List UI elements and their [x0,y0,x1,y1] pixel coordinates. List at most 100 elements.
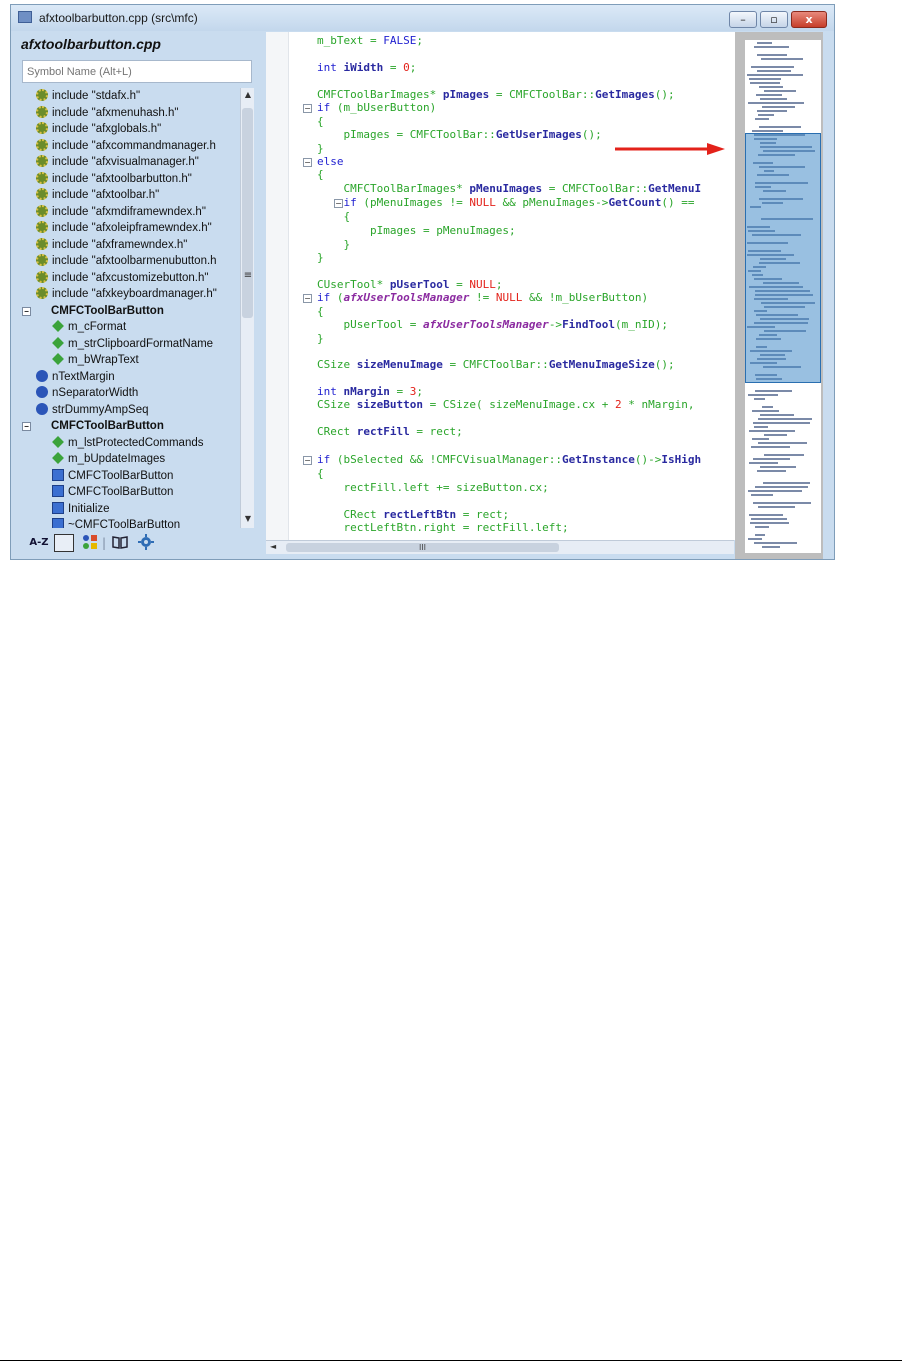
horizontal-scroll-thumb[interactable]: III [286,543,559,552]
tree-item[interactable]: − CMFCToolBarButton [22,303,164,319]
code-line[interactable]: CMFCToolBarImages* pImages = CMFCToolBar… [317,88,675,102]
sort-az-icon[interactable]: A-Z [28,534,50,552]
tree-item-label: include "afxmenuhash.h" [52,106,179,119]
tree-scroll-thumb[interactable] [242,108,253,318]
fold-toggle-icon[interactable]: − [303,294,312,303]
code-line[interactable]: m_bText = FALSE; [317,34,423,48]
tree-item[interactable]: include "afxcustomizebutton.h" [36,270,208,286]
tree-item[interactable]: m_strClipboardFormatName [52,336,213,352]
tree-item[interactable]: nSeparatorWidth [36,385,138,401]
symbol-toolbar: A-Z | [21,532,258,556]
editor-horizontal-scrollbar[interactable]: ◄ III [266,540,734,554]
code-line[interactable]: CSize sizeMenuImage = CMFCToolBar::GetMe… [317,358,675,372]
code-line[interactable]: { [317,305,324,319]
categorized-view-icon[interactable] [81,534,99,552]
maximize-button[interactable]: ▫ [760,11,788,28]
minimap-viewport[interactable] [745,133,821,383]
include-icon [36,105,48,118]
tree-item[interactable]: − CMFCToolBarButton [22,418,164,434]
code-line[interactable]: } [317,332,324,346]
tree-item[interactable]: include "afxframewndex.h" [36,237,187,253]
fold-toggle-icon[interactable]: − [303,158,312,167]
tree-item[interactable]: include "afxtoolbar.h" [36,187,159,203]
code-line[interactable]: } [317,238,350,252]
code-line[interactable]: { [317,115,324,129]
minimap-line [764,434,787,436]
tree-item-label: include "afxframewndex.h" [52,238,188,251]
tree-item[interactable]: m_lstProtectedCommands [52,435,204,451]
minimap-line [758,114,774,116]
code-line[interactable]: int nMargin = 3; [317,385,423,399]
tree-item[interactable]: include "afxmenuhash.h" [36,105,178,121]
code-line[interactable]: { [317,210,350,224]
tree-item-label: include "afxtoolbarbutton.h" [52,172,192,185]
code-line[interactable]: if (m_bUserButton) [317,101,436,115]
tree-item[interactable]: include "afxglobals.h" [36,121,161,137]
member-icon [52,320,64,332]
book-icon[interactable] [111,534,129,552]
tree-item[interactable]: m_bWrapText [52,352,139,368]
tree-item[interactable]: include "afxmdiframewndex.h" [36,204,206,220]
tree-item[interactable]: ~CMFCToolBarButton [52,517,180,528]
code-line[interactable]: CUserTool* pUserTool = NULL; [317,278,502,292]
fold-toggle-icon[interactable]: − [334,199,343,208]
collapse-icon[interactable]: − [22,306,31,316]
code-line[interactable]: pUserTool = afxUserToolsManager->FindToo… [317,318,668,332]
code-line[interactable]: pImages = CMFCToolBar::GetUserImages(); [317,128,601,142]
code-minimap[interactable] [735,32,823,559]
tree-item[interactable]: include "afxvisualmanager.h" [36,154,199,170]
code-line[interactable]: rectFill.left += sizeButton.cx; [317,481,548,495]
tree-item[interactable]: m_bUpdateImages [52,451,165,467]
minimap-line [749,462,778,464]
tree-item[interactable]: m_cFormat [52,319,126,335]
tree-item[interactable]: include "afxoleipframewndex.h" [36,220,212,236]
minimap-line [752,438,769,440]
field-icon [36,386,48,398]
tree-item[interactable]: include "afxtoolbarmenubutton.h [36,253,217,269]
tree-scrollbar[interactable]: ▲ ≡ ▼ [240,88,254,528]
scroll-up-icon[interactable]: ▲ [243,90,253,99]
minimap-line [751,518,787,520]
code-line[interactable]: CSize sizeButton = CSize( sizeMenuImage.… [317,398,695,412]
code-line[interactable]: CRect rectLeftBtn = rect; [317,508,509,522]
minimap-line [764,454,804,456]
tree-item[interactable]: include "stdafx.h" [36,88,140,104]
gear-icon[interactable] [137,534,155,552]
method-icon [52,501,64,514]
title-bar[interactable]: afxtoolbarbutton.cpp (src\mfc) – ▫ x [11,5,834,31]
close-button[interactable]: x [791,11,827,28]
tree-item[interactable]: strDummyAmpSeq [36,402,149,418]
code-line[interactable]: else [317,155,344,169]
code-line[interactable]: { [317,168,324,182]
tree-item[interactable]: CMFCToolBarButton [52,468,173,484]
code-line[interactable]: pImages = pMenuImages; [317,224,516,238]
list-view-icon[interactable] [54,534,74,552]
symbol-search-input[interactable] [22,60,252,83]
tree-item[interactable]: include "afxcommandmanager.h [36,138,216,154]
tree-item[interactable]: nTextMargin [36,369,115,385]
tree-item[interactable]: include "afxtoolbarbutton.h" [36,171,192,187]
code-line[interactable]: if (pMenuImages != NULL && pMenuImages->… [317,196,695,210]
code-line[interactable]: } [317,251,324,265]
code-editor[interactable]: m_bText = FALSE; int iWidth = 0; CMFCToolB… [266,32,736,540]
code-line[interactable]: { [317,467,324,481]
code-line[interactable]: if (bSelected && !CMFCVisualManager::Get… [317,453,701,467]
code-line[interactable]: CMFCToolBarImages* pMenuImages = CMFCToo… [317,182,701,196]
minimap-line [748,538,762,540]
code-line[interactable]: if (afxUserToolsManager != NULL && !m_bU… [317,291,648,305]
tree-item[interactable]: CMFCToolBarButton [52,484,173,500]
editor-window: afxtoolbarbutton.cpp (src\mfc) – ▫ x afx… [10,4,835,560]
scroll-down-icon[interactable]: ▼ [243,514,253,523]
tree-item[interactable]: Initialize [52,501,110,517]
code-line[interactable]: } [317,142,324,156]
minimap-line [764,90,796,92]
tree-item[interactable]: include "afxkeyboardmanager.h" [36,286,217,302]
scroll-left-icon[interactable]: ◄ [270,542,276,551]
fold-toggle-icon[interactable]: − [303,104,312,113]
fold-toggle-icon[interactable]: − [303,456,312,465]
code-line[interactable]: int iWidth = 0; [317,61,416,75]
code-line[interactable]: CRect rectFill = rect; [317,425,463,439]
minimize-button[interactable]: – [729,11,757,28]
collapse-icon[interactable]: − [22,422,31,431]
code-line[interactable]: rectLeftBtn.right = rectFill.left; [317,521,568,535]
